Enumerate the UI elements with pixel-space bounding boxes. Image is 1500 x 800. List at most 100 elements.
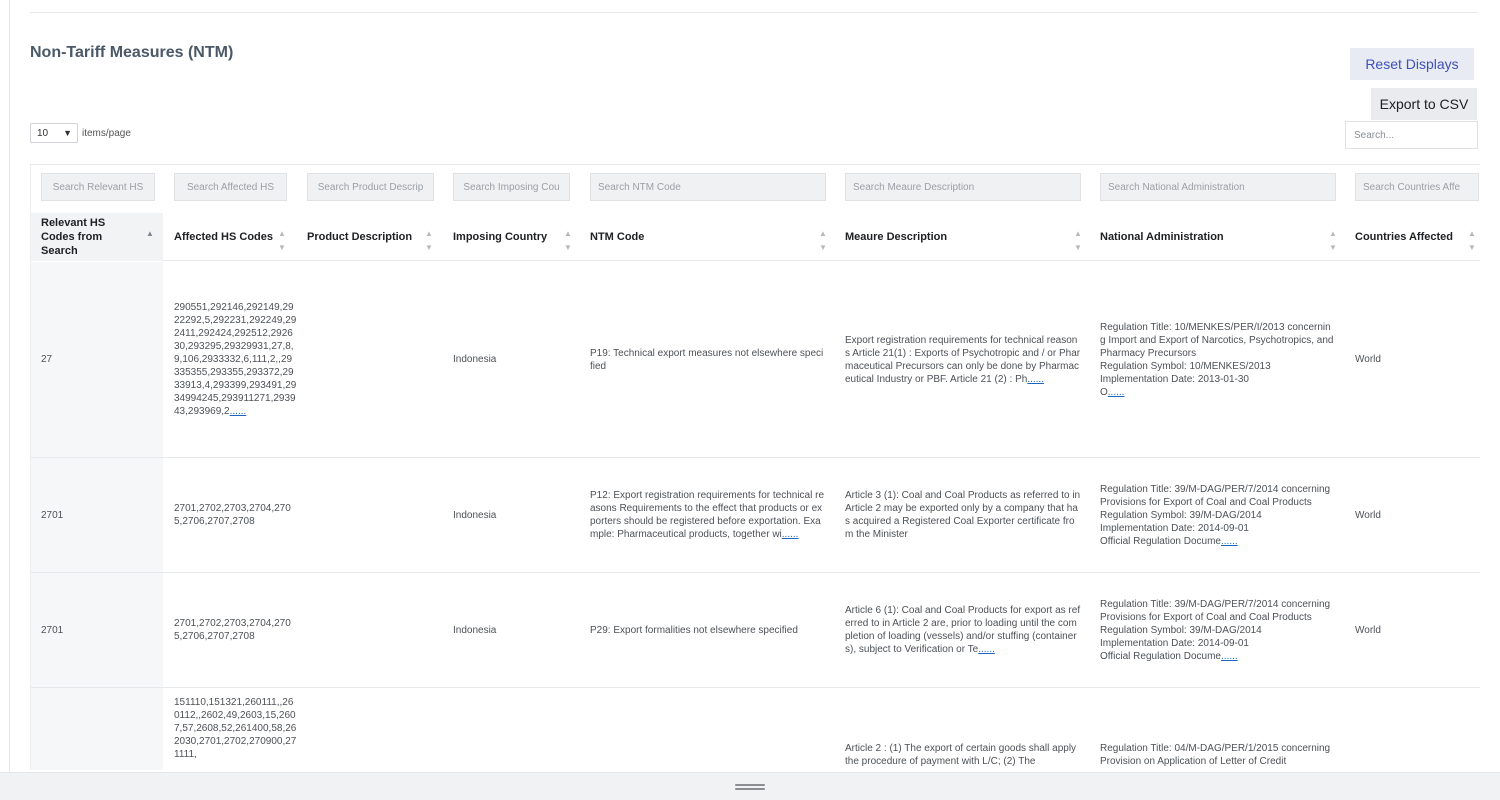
cell-text: P19: Technical export measures not elsew… xyxy=(590,347,824,372)
cell-measure-description: Export registration requirements for tec… xyxy=(836,262,1091,457)
more-link[interactable]: ...... xyxy=(1221,651,1238,662)
cell-national-administration: Regulation Title: 39/M-DAG/PER/7/2014 co… xyxy=(1091,573,1346,687)
cell-affected-hs: 290551,292146,292149,2922292,5,292231,29… xyxy=(163,262,297,457)
left-divider xyxy=(9,0,10,800)
sort-icon[interactable]: ▲ ▼ xyxy=(819,227,827,255)
cell-text: Article 6 (1): Coal and Coal Products fo… xyxy=(845,605,1081,655)
export-csv-button[interactable]: Export to CSV xyxy=(1371,88,1477,120)
sort-asc-icon[interactable]: ▲ xyxy=(146,227,154,241)
filter-measure-description[interactable] xyxy=(845,173,1081,201)
cell-affected-hs: 2701,2702,2703,2704,2705,2706,2707,2708 xyxy=(163,573,297,687)
more-link[interactable]: ...... xyxy=(1027,374,1044,385)
col-header-ntm-code[interactable]: NTM Code ▲ ▼ xyxy=(581,213,836,261)
filter-product-description[interactable] xyxy=(307,173,434,201)
filter-countries-affected[interactable] xyxy=(1355,173,1479,201)
more-link[interactable]: ...... xyxy=(782,529,799,540)
col-header-label: Meaure Description xyxy=(845,231,948,243)
filter-affected-hs[interactable] xyxy=(174,173,287,201)
sort-icon[interactable]: ▲ ▼ xyxy=(564,227,572,255)
top-divider xyxy=(30,12,1478,13)
col-header-label: NTM Code xyxy=(590,231,645,243)
col-header-label: Product Description xyxy=(307,231,413,243)
cell-text: Regulation Title: 39/M-DAG/PER/7/2014 co… xyxy=(1100,598,1331,662)
col-header-affected-hs[interactable]: Affected HS Codes ▲ ▼ xyxy=(163,213,297,261)
col-header-national-administration[interactable]: National Administration ▲ ▼ xyxy=(1091,213,1346,261)
col-header-measure-description[interactable]: Meaure Description ▲ ▼ xyxy=(836,213,1091,261)
col-header-countries-affected[interactable]: Countries Affected ▲ ▼ xyxy=(1346,213,1480,261)
cell-text: Regulation Title: 39/M-DAG/PER/7/2014 co… xyxy=(1100,483,1331,547)
cell-text: Regulation Title: 04/M-DAG/PER/1/2015 co… xyxy=(1100,743,1333,767)
page-size-label: items/page xyxy=(82,127,131,139)
cell-imposing-country: Indonesia xyxy=(453,354,497,365)
search-input[interactable] xyxy=(1345,121,1478,149)
cell-imposing-country: Indonesia xyxy=(453,509,497,521)
cell-text: P29: Export formalities not elsewhere sp… xyxy=(590,624,798,636)
cell-relevant-hs: 2701 xyxy=(31,573,163,687)
table-row: 2701 2701,2702,2703,2704,2705,2706,2707,… xyxy=(31,573,1480,688)
filter-row xyxy=(31,165,1480,209)
cell-ntm-code: P12: Export registration requirements fo… xyxy=(581,458,836,572)
filter-ntm-code[interactable] xyxy=(590,173,826,201)
chevron-down-icon: ▼ xyxy=(63,128,72,138)
col-header-label: Imposing Country xyxy=(453,231,548,243)
filter-relevant-hs[interactable] xyxy=(41,173,155,201)
cell-measure-description: Article 2 : (1) The export of certain go… xyxy=(836,688,1091,770)
sort-icon[interactable]: ▲ ▼ xyxy=(425,227,433,255)
cell-text: 2701,2702,2703,2704,2705,2706,2707,2708 xyxy=(174,618,291,642)
table-row: 27 290551,292146,292149,2922292,5,292231… xyxy=(31,262,1480,458)
col-header-label: Countries Affected xyxy=(1355,231,1453,243)
cell-text: 290551,292146,292149,2922292,5,292231,29… xyxy=(174,302,297,417)
ntm-table: Relevant HS Codes from Search ▲ Affected… xyxy=(30,164,1480,770)
col-header-label: National Administration xyxy=(1100,231,1224,243)
cell-product-description xyxy=(297,262,444,457)
col-header-label: Affected HS Codes xyxy=(174,231,274,243)
sort-icon[interactable]: ▲ ▼ xyxy=(1074,227,1082,255)
table-row: 2701 2701,2702,2703,2704,2705,2706,2707,… xyxy=(31,458,1480,573)
cell-text: Export registration requirements for tec… xyxy=(845,334,1081,385)
cell-national-administration: Regulation Title: 10/MENKES/PER/I/2013 c… xyxy=(1091,262,1346,457)
page-size-control: 10 ▼ items/page xyxy=(30,123,131,143)
sort-icon[interactable]: ▲ ▼ xyxy=(278,227,286,255)
col-header-imposing-country[interactable]: Imposing Country ▲ ▼ xyxy=(444,213,581,261)
cell-product-description xyxy=(297,458,444,572)
cell-relevant-hs: 27 xyxy=(31,262,163,457)
cell-text: Article 2 : (1) The export of certain go… xyxy=(845,743,1079,767)
cell-affected-hs: 151110,151321,260111,,260112,,2602,49,26… xyxy=(163,688,297,770)
cell-relevant-hs xyxy=(31,688,163,770)
cell-countries-affected: World xyxy=(1355,624,1381,636)
more-link[interactable]: ...... xyxy=(1108,387,1125,398)
more-link[interactable]: ...... xyxy=(230,406,247,417)
table-row: 151110,151321,260111,,260112,,2602,49,26… xyxy=(31,688,1480,770)
cell-text: Regulation Title: 10/MENKES/PER/I/2013 c… xyxy=(1100,321,1334,398)
cell-imposing-country: Indonesia xyxy=(453,624,497,636)
cell-measure-description: Article 6 (1): Coal and Coal Products fo… xyxy=(836,573,1091,687)
cell-ntm-code: P19: Technical export measures not elsew… xyxy=(581,262,836,457)
more-link[interactable]: ...... xyxy=(978,644,995,655)
cell-text: 2701,2702,2703,2704,2705,2706,2707,2708 xyxy=(174,503,291,527)
sort-icon[interactable]: ▲ ▼ xyxy=(1468,227,1476,255)
cell-affected-hs: 2701,2702,2703,2704,2705,2706,2707,2708 xyxy=(163,458,297,572)
cell-relevant-hs: 2701 xyxy=(31,458,163,572)
col-header-relevant-hs[interactable]: Relevant HS Codes from Search ▲ xyxy=(31,213,163,261)
cell-text: 151110,151321,260111,,260112,,2602,49,26… xyxy=(174,697,297,760)
cell-countries-affected: World xyxy=(1355,354,1381,365)
cell-national-administration: Regulation Title: 39/M-DAG/PER/7/2014 co… xyxy=(1091,458,1346,572)
header-row: Relevant HS Codes from Search ▲ Affected… xyxy=(31,213,1480,261)
cell-text: Article 3 (1): Coal and Coal Products as… xyxy=(845,490,1083,540)
bottom-drawer-bar xyxy=(0,772,1500,800)
page-size-select[interactable]: 10 ▼ xyxy=(30,123,78,143)
page-size-value: 10 xyxy=(37,127,49,139)
col-header-product-description[interactable]: Product Description ▲ ▼ xyxy=(297,213,444,261)
drag-handle-icon[interactable] xyxy=(735,784,765,790)
cell-measure-description: Article 3 (1): Coal and Coal Products as… xyxy=(836,458,1091,572)
filter-national-administration[interactable] xyxy=(1100,173,1336,201)
page-title: Non-Tariff Measures (NTM) xyxy=(30,44,234,61)
reset-displays-button[interactable]: Reset Displays xyxy=(1350,48,1474,80)
cell-countries-affected: World xyxy=(1355,509,1381,521)
cell-product-description xyxy=(297,573,444,687)
col-header-label: Relevant HS Codes from Search xyxy=(41,217,106,257)
filter-imposing-country[interactable] xyxy=(453,173,570,201)
more-link[interactable]: ...... xyxy=(1221,536,1238,547)
cell-national-administration: Regulation Title: 04/M-DAG/PER/1/2015 co… xyxy=(1091,688,1346,770)
sort-icon[interactable]: ▲ ▼ xyxy=(1329,227,1337,255)
